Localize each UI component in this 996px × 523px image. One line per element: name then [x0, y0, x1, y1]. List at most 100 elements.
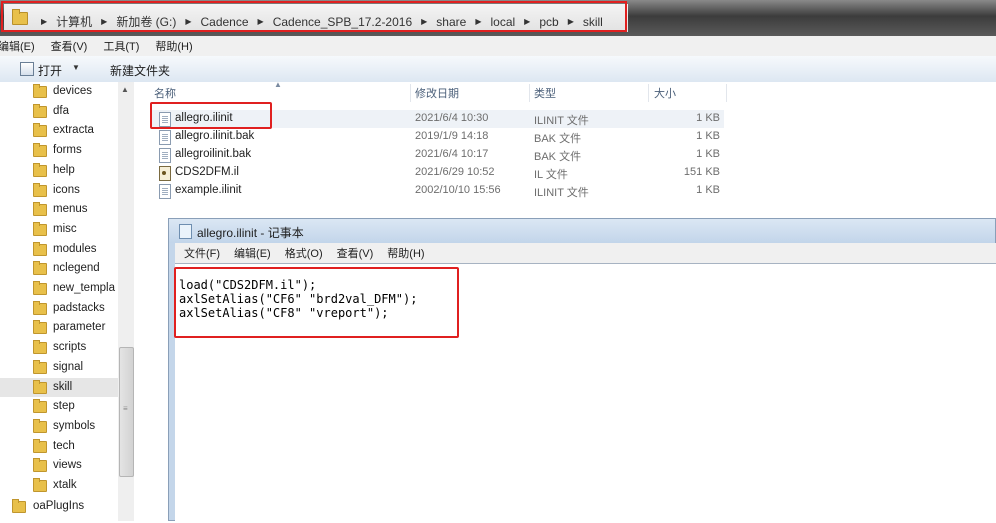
open-icon[interactable]: [20, 62, 34, 76]
navigation-tree: devices dfa extracta forms help icons menus mis…: [0, 82, 134, 521]
column-divider[interactable]: [529, 84, 530, 102]
tree-item-label: oaPlugIns: [33, 499, 85, 512]
il-file-icon: [159, 166, 171, 181]
chevron-down-icon[interactable]: ▼: [72, 63, 80, 72]
sort-caret-icon: ▲: [274, 80, 282, 89]
notepad-icon: [179, 224, 192, 239]
tree-item-symbols[interactable]: symbols: [0, 417, 118, 436]
tree-scrollbar[interactable]: ▲ ≡: [118, 82, 134, 521]
column-header-size[interactable]: 大小: [654, 82, 676, 104]
tree-item-signal[interactable]: signal: [0, 358, 118, 377]
notepad-menu-view[interactable]: 查看(V): [337, 245, 374, 261]
tree-item-scripts[interactable]: scripts: [0, 338, 118, 357]
menu-help[interactable]: 帮助(H): [155, 38, 192, 54]
notepad-title-bar[interactable]: allegro.ilinit - 记事本: [169, 219, 995, 243]
scroll-thumb[interactable]: ≡: [119, 347, 134, 477]
folder-icon: [33, 478, 47, 492]
file-size: 1 KB: [696, 112, 720, 124]
tree-item-menus[interactable]: menus: [0, 200, 118, 219]
file-name: allegro.ilinit.bak: [175, 130, 255, 142]
tree-item-label: step: [53, 400, 75, 413]
column-divider[interactable]: [410, 84, 411, 102]
file-name: example.ilinit: [175, 184, 242, 196]
tree-item-tech[interactable]: tech: [0, 437, 118, 456]
folder-icon: [33, 182, 47, 197]
address-highlight-box: [1, 1, 627, 32]
tree-item-parameter[interactable]: parameter: [0, 318, 118, 337]
tree-item-misc[interactable]: misc: [0, 220, 118, 239]
scroll-up-icon[interactable]: ▲: [121, 85, 129, 94]
file-row[interactable]: allegroilinit.bak 2021/6/4 10:17 BAK 文件 …: [151, 146, 724, 164]
grip-icon: ≡: [123, 404, 128, 413]
tree-item-devices[interactable]: devices: [0, 82, 118, 101]
tree-item-label: views: [53, 459, 82, 472]
tree-item-skill[interactable]: skill: [0, 377, 118, 397]
tree-item-label: new_templa: [53, 282, 116, 294]
file-date: 2002/10/10 15:56: [415, 184, 501, 196]
tree-item-dfa[interactable]: dfa: [0, 102, 118, 121]
tree-item-padstacks[interactable]: padstacks: [0, 299, 118, 318]
tree-item-label: forms: [53, 144, 82, 157]
menu-edit[interactable]: 编辑(E): [0, 38, 35, 54]
tree-item-icons[interactable]: icons: [0, 181, 118, 200]
notepad-menu-help[interactable]: 帮助(H): [387, 245, 424, 261]
menu-view[interactable]: 查看(V): [51, 38, 88, 54]
menu-tools[interactable]: 工具(T): [103, 38, 139, 54]
folder-icon: [33, 458, 47, 473]
file-date: 2019/1/9 14:18: [415, 130, 489, 142]
notepad-menu-file[interactable]: 文件(F): [184, 245, 220, 261]
tree-item-step[interactable]: step: [0, 397, 118, 416]
file-row[interactable]: allegro.ilinit.bak 2019/1/9 14:18 BAK 文件…: [151, 128, 724, 146]
column-header-name[interactable]: 名称: [154, 82, 176, 104]
menu-bar: 编辑(E) 查看(V) 工具(T) 帮助(H): [0, 36, 996, 56]
folder-icon: [12, 498, 26, 513]
address-bar-area: ▶ 计算机 ▶ 新加卷 (G:) ▶ Cadence ▶ Cadence_SPB…: [0, 0, 996, 36]
folder-icon: [33, 418, 47, 433]
tree-item-label: parameter: [53, 321, 106, 334]
column-divider[interactable]: [726, 84, 727, 102]
folder-icon: [33, 241, 47, 256]
tree-item-label: symbols: [53, 419, 96, 432]
file-type: IL 文件: [534, 169, 568, 181]
folder-icon: [33, 399, 47, 414]
column-header-date[interactable]: 修改日期: [415, 82, 459, 104]
text-file-icon: [159, 184, 171, 199]
tree-item-label: scripts: [53, 341, 87, 354]
tree-item-extracta[interactable]: extracta: [0, 121, 118, 140]
folder-icon: [33, 281, 47, 295]
file-row[interactable]: CDS2DFM.il 2021/6/29 10:52 IL 文件 151 KB: [151, 164, 724, 182]
tree-item-views[interactable]: views: [0, 456, 118, 475]
folder-icon: [33, 143, 47, 158]
toolbar: 打开 ▼ 新建文件夹: [0, 56, 996, 83]
column-divider[interactable]: [648, 84, 649, 102]
folder-icon: [33, 202, 47, 217]
file-size: 1 KB: [696, 184, 720, 196]
file-type: ILINIT 文件: [534, 115, 589, 127]
tree-item-label: help: [53, 163, 75, 176]
open-button[interactable]: 打开: [38, 62, 62, 79]
file-date: 2021/6/29 10:52: [415, 166, 495, 178]
new-folder-button[interactable]: 新建文件夹: [110, 62, 170, 79]
notepad-menu-edit[interactable]: 编辑(E): [234, 245, 271, 261]
tree-item-nclegend[interactable]: nclegend: [0, 259, 118, 278]
tree-item-label: dfa: [53, 104, 69, 117]
file-size: 151 KB: [683, 166, 720, 178]
tree-item-new-templa[interactable]: new_templa: [0, 279, 118, 298]
tree-item-modules[interactable]: modules: [0, 240, 118, 259]
tree-item-label: skill: [53, 380, 73, 393]
notepad-menu-format[interactable]: 格式(O): [285, 245, 323, 261]
tree-item-xtalk[interactable]: xtalk: [0, 476, 118, 495]
tree-item-oaplugins[interactable]: oaPlugIns: [0, 497, 118, 516]
notepad-menu-bar: 文件(F) 编辑(E) 格式(O) 查看(V) 帮助(H): [175, 243, 996, 263]
tree-item-help[interactable]: help: [0, 161, 118, 180]
tree-item-label: tech: [53, 439, 75, 452]
tree-item-label: xtalk: [53, 479, 77, 491]
file-row[interactable]: example.ilinit 2002/10/10 15:56 ILINIT 文…: [151, 182, 724, 200]
column-header-type[interactable]: 类型: [534, 82, 556, 104]
tree-item-forms[interactable]: forms: [0, 141, 118, 160]
tree-item-label: padstacks: [53, 301, 105, 314]
folder-icon: [33, 123, 47, 138]
file-type: ILINIT 文件: [534, 187, 589, 199]
folder-icon: [33, 438, 47, 453]
tree-item-label: modules: [53, 242, 97, 255]
